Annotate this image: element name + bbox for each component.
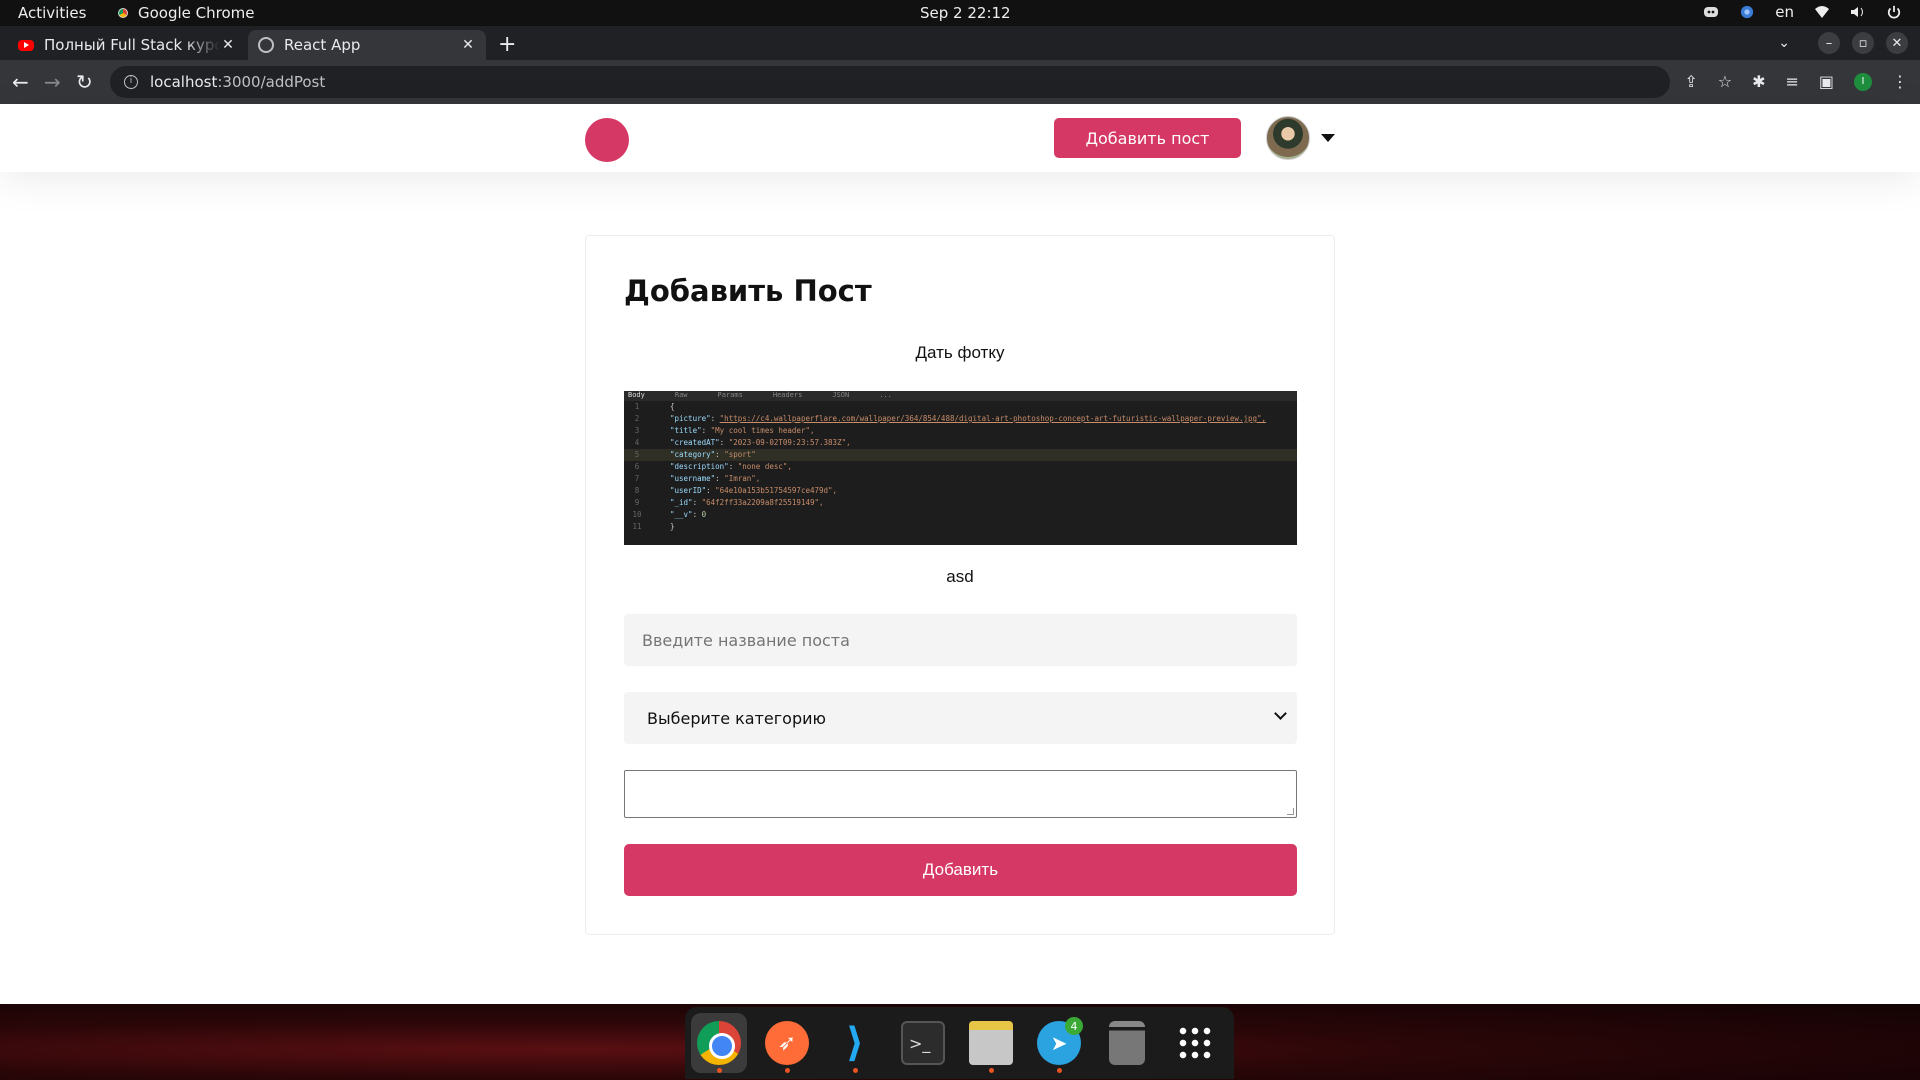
postman-icon: ➶ [765,1021,809,1065]
clock[interactable]: Sep 2 22:12 [920,4,1011,22]
url-path: :3000/addPost [217,73,326,91]
dock-chrome[interactable] [691,1013,747,1073]
app-name: Google Chrome [138,4,255,22]
activities-button[interactable]: Activities [18,4,86,22]
youtube-icon [18,39,34,51]
close-tab-icon[interactable]: ✕ [220,37,236,53]
post-title-input[interactable] [624,614,1297,666]
url-host: localhost [150,73,218,91]
code-line: 9 "_id": "64f2ff33a2209a8f25519149", [634,498,824,507]
tab-youtube[interactable]: Полный Full Stack курс ReactJS ✕ [8,30,246,60]
reading-list-icon[interactable]: ≡ [1785,72,1798,91]
menu-kebab-icon[interactable]: ⋮ [1892,72,1908,91]
code-line: 6 "description": "none desc", [634,462,792,471]
page-title: Добавить Пост [624,274,872,308]
code-line: 8 "userID": "64e10a153b51754597ce479d", [634,486,838,495]
dock-terminal[interactable]: >_ [895,1013,951,1073]
app-grid-icon [1177,1025,1213,1061]
vscode-icon: ⟩ [845,1020,865,1066]
site-header: Добавить пост [0,104,1920,172]
minimize-button[interactable]: – [1818,32,1840,54]
tab-react-app[interactable]: React App ✕ [248,30,486,60]
tab-search-icon[interactable]: ⌄ [1778,35,1790,51]
preview-tabs: Body Raw Params Headers JSON ... [624,391,1297,401]
chrome-icon [697,1021,741,1065]
chevron-down-icon[interactable] [1321,134,1335,142]
category-select[interactable]: Выберите категорию [624,692,1297,744]
forward-icon[interactable]: → [44,70,61,94]
add-post-form: Добавить Пост Дать фотку Body Raw Params… [585,235,1335,935]
dock-postman[interactable]: ➶ [759,1013,815,1073]
category-selected-value: Выберите категорию [647,708,826,728]
chrome-icon [115,5,131,21]
resize-handle-icon[interactable] [1287,808,1294,815]
code-line: 11} [632,522,675,531]
reload-icon[interactable]: ↻ [76,70,93,94]
close-window-button[interactable]: ✕ [1886,32,1908,54]
bookmark-star-icon[interactable]: ☆ [1718,72,1732,91]
preview-code: 1{ 2 "picture": "https://c4.wallpaperflare… [624,401,1297,533]
selected-file-name: asd [946,567,974,586]
volume-icon[interactable] [1850,5,1866,19]
extensions-icon[interactable]: ✱ [1752,72,1765,91]
code-line: 1{ [634,402,675,411]
web-page: Добавить пост Добавить Пост Дать фотку B… [0,104,1920,1004]
close-tab-icon[interactable]: ✕ [460,37,476,53]
power-icon[interactable] [1886,5,1902,19]
language-indicator[interactable]: en [1775,3,1794,21]
side-panel-icon[interactable]: ▣ [1819,72,1834,91]
dock: ➶ ⟩ >_ ➤ 4 [685,1007,1234,1079]
terminal-icon: >_ [901,1021,945,1065]
browser-toolbar: ← → ↻ i localhost :3000/addPost ⇪ ☆ ✱ ≡ … [0,60,1920,104]
share-icon[interactable]: ⇪ [1684,72,1697,91]
dock-telegram[interactable]: ➤ 4 [1031,1013,1087,1073]
code-line: 3 "title": "My cool times header", [634,426,815,435]
code-line: 5 "category": "sport" [624,449,1297,461]
image-preview: Body Raw Params Headers JSON ... 1{ 2 "pic… [624,391,1297,545]
dock-trash[interactable] [1099,1013,1155,1073]
user-avatar[interactable] [1266,116,1310,160]
files-icon [969,1021,1013,1065]
upload-photo-label[interactable]: Дать фотку [586,343,1334,363]
globe-icon [258,37,274,53]
site-info-icon[interactable]: i [124,75,138,89]
code-line: 4 "createdAT": "2023-09-02T09:23:57.383Z"… [634,438,851,447]
vpn-icon[interactable] [1739,5,1755,19]
dock-files[interactable] [963,1013,1019,1073]
add-post-button[interactable]: Добавить пост [1054,118,1241,158]
notification-badge: 4 [1065,1017,1083,1035]
discord-icon[interactable] [1703,5,1719,19]
window-controls: ⌄ – ▫ ✕ [1778,32,1908,54]
code-line: 2 "picture": "https://c4.wallpaperflare.c… [634,414,1267,423]
address-bar[interactable]: i localhost :3000/addPost [110,66,1670,98]
description-textarea[interactable] [624,770,1297,818]
trash-icon [1109,1021,1145,1065]
app-menu[interactable]: Google Chrome [115,4,255,22]
system-top-bar: Activities Google Chrome Sep 2 22:12 en [0,0,1920,26]
back-icon[interactable]: ← [12,70,29,94]
profile-avatar[interactable]: I [1854,72,1872,91]
code-line: 7 "username": "Imran", [634,474,761,483]
tab-title: Полный Full Stack курс ReactJS [44,36,220,54]
dock-vscode[interactable]: ⟩ [827,1013,883,1073]
tab-strip: Полный Full Stack курс ReactJS ✕ React A… [0,26,1920,60]
submit-post-button[interactable]: Добавить [624,844,1297,896]
code-line: 10 "__v": 0 [632,510,707,519]
site-logo[interactable] [585,118,629,162]
tab-title: React App [284,36,361,54]
maximize-button[interactable]: ▫ [1852,32,1874,54]
system-tray[interactable]: en [1703,3,1902,21]
desktop-background: ➶ ⟩ >_ ➤ 4 [0,1004,1920,1080]
dock-app-grid[interactable] [1167,1013,1223,1073]
toolbar-actions: ⇪ ☆ ✱ ≡ ▣ I ⋮ [1684,72,1908,91]
wifi-icon[interactable] [1814,5,1830,19]
new-tab-button[interactable]: + [498,32,516,57]
chevron-down-icon [1274,707,1287,720]
